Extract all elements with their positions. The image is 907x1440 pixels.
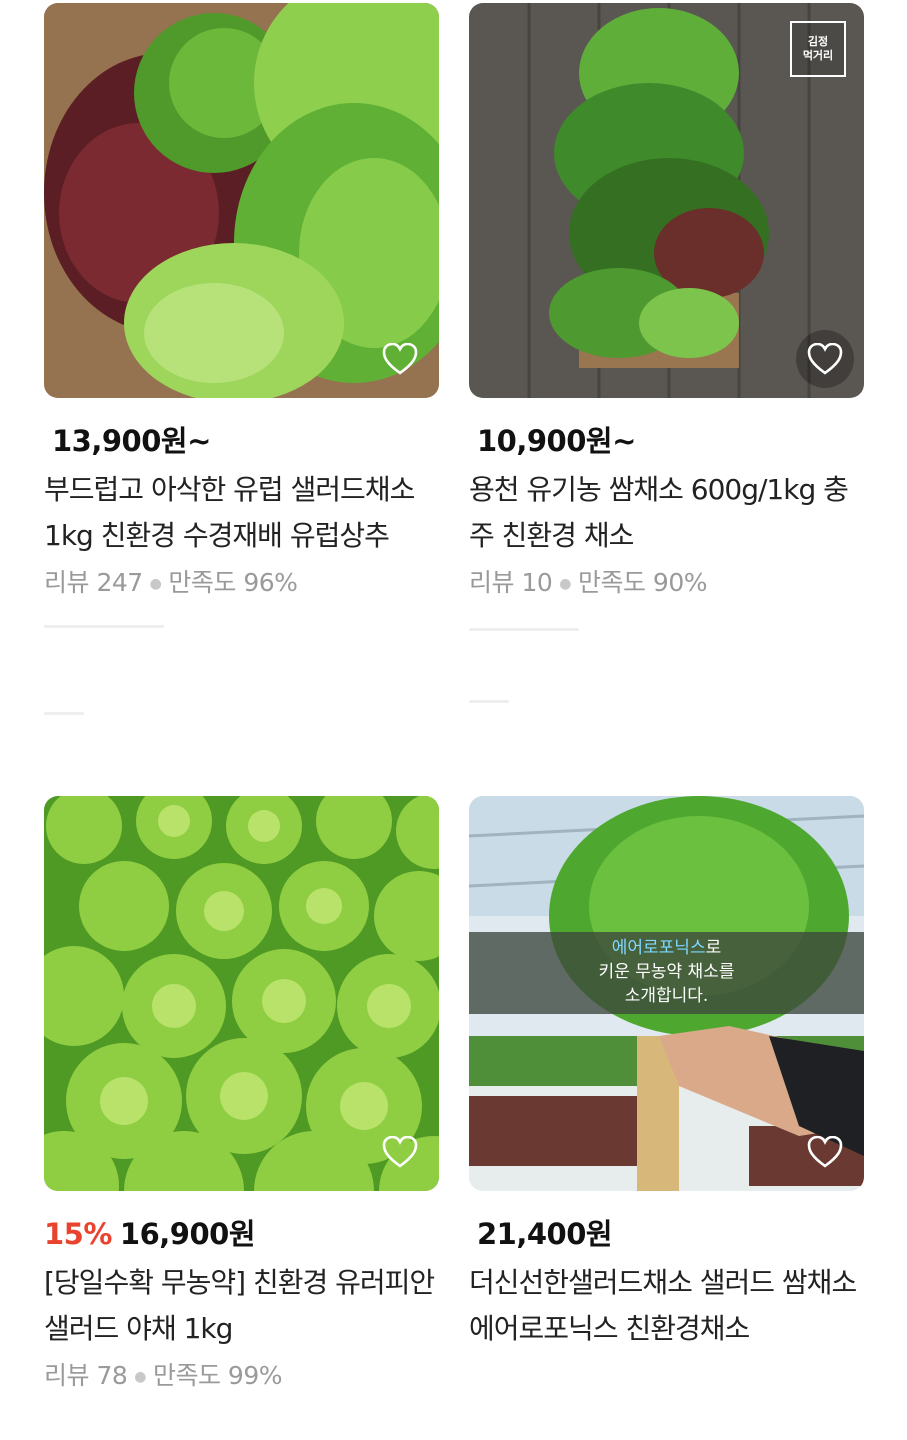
product-card-1[interactable]: 13,900원~ 부드럽고 아삭한 유럽 샐러드채소 1kg 친환경 수경재배 … [44,3,439,599]
product-image[interactable] [44,3,439,398]
faded-line [44,625,164,628]
separator-dot-icon: ● [149,576,162,592]
product-title[interactable]: 용천 유기농 쌈채소 600g/1kg 충주 친환경 채소 [469,467,864,559]
price-value: 10,900원~ [477,424,636,458]
satisfaction-rate: 만족도 99% [152,1361,283,1390]
wishlist-heart-icon[interactable] [796,1123,854,1181]
product-card-2[interactable]: 김정 먹거리 10,900원~ 용천 유기농 쌈채소 600g/1kg 충주 친… [469,3,864,599]
faded-line [469,700,509,703]
wishlist-heart-icon[interactable] [371,330,429,388]
product-title[interactable]: [당일수확 무농약] 친환경 유러피안샐러드 야채 1kg [44,1260,439,1352]
wishlist-heart-icon[interactable] [371,1123,429,1181]
product-meta: 리뷰 247 ● 만족도 96% [44,563,439,599]
product-meta: 리뷰 78 ● 만족도 99% [44,1356,439,1392]
product-title[interactable]: 더신선한샐러드채소 샐러드 쌈채소 에어로포닉스 친환경채소 [469,1260,864,1352]
product-image[interactable]: 김정 먹거리 [469,3,864,398]
satisfaction-rate: 만족도 90% [577,568,708,597]
discount-rate: 15% [44,1217,112,1251]
product-meta: 리뷰 10 ● 만족도 90% [469,563,864,599]
product-image[interactable]: 에어로포닉스로 키운 무농약 채소를 소개합니다. [469,796,864,1191]
product-image[interactable] [44,796,439,1191]
satisfaction-rate: 만족도 96% [168,568,298,597]
product-card-3[interactable]: 15% 16,900원 [당일수확 무농약] 친환경 유러피안샐러드 야채 1kg… [44,796,439,1392]
caption-line-2: 키운 무농약 채소를 [598,962,735,982]
faded-line [469,628,579,631]
product-price: 15% 16,900원 [44,1216,439,1252]
caption-line-1: 로 [705,938,722,958]
caption-line-3: 소개합니다. [624,986,709,1006]
price-value: 21,400원 [477,1217,613,1251]
brand-badge: 김정 먹거리 [790,21,846,77]
faded-line [44,712,84,715]
separator-dot-icon: ● [134,1369,146,1385]
review-count: 리뷰 78 [44,1361,128,1390]
price-value: 16,900원 [119,1217,256,1251]
product-title[interactable]: 부드럽고 아삭한 유럽 샐러드채소 1kg 친환경 수경재배 유럽상추 [44,467,439,559]
product-price: 10,900원~ [469,423,864,459]
wishlist-heart-icon[interactable] [796,330,854,388]
review-count: 리뷰 10 [469,568,553,597]
separator-dot-icon: ● [559,576,571,592]
product-price: 21,400원 [469,1216,864,1252]
product-card-4[interactable]: 에어로포닉스로 키운 무농약 채소를 소개합니다. 21,400원 더신선한샐러… [469,796,864,1352]
review-count: 리뷰 247 [44,568,143,597]
caption-highlight: 에어로포닉스 [611,938,706,958]
badge-line-1: 김정 [807,35,829,48]
product-price: 13,900원~ [44,423,439,459]
badge-line-2: 먹거리 [802,49,834,62]
image-caption-overlay: 에어로포닉스로 키운 무농약 채소를 소개합니다. [469,932,864,1014]
price-value: 13,900원~ [52,424,211,458]
